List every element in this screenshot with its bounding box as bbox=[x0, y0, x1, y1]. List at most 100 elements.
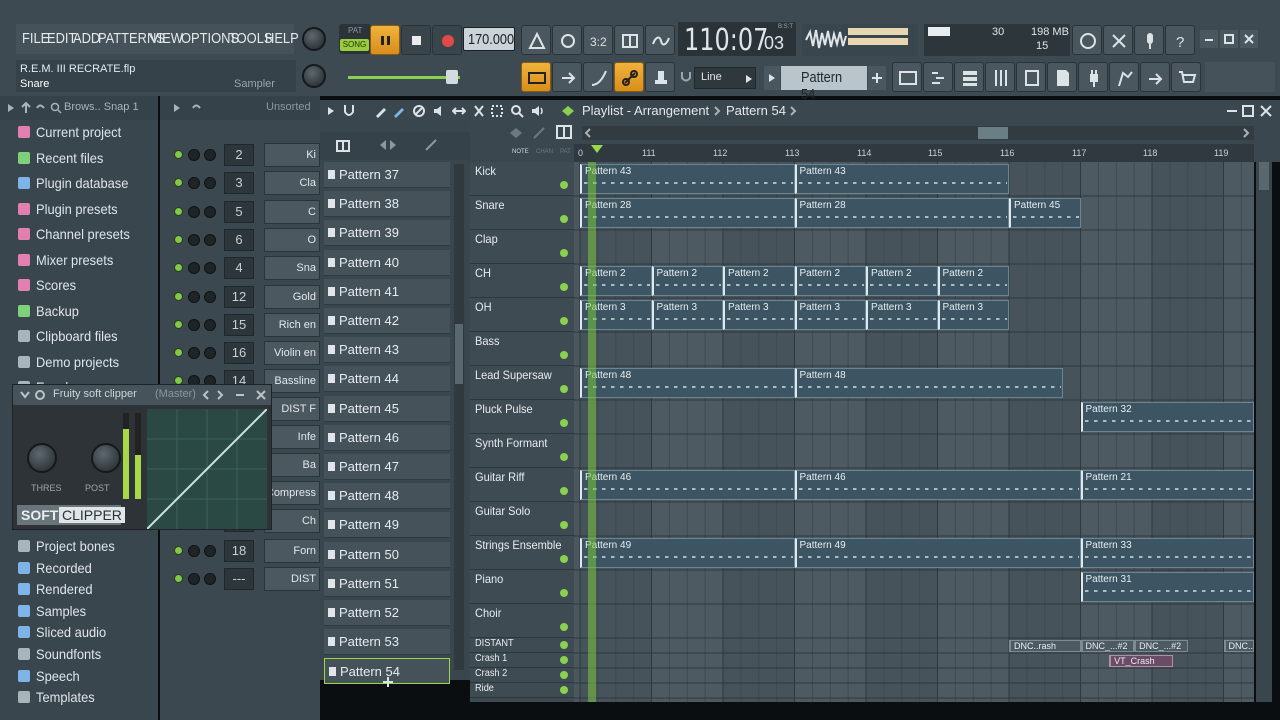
gear-icon[interactable] bbox=[33, 388, 47, 402]
channel-volume-knob[interactable] bbox=[204, 573, 216, 585]
track-header[interactable]: Pluck Pulse bbox=[470, 400, 574, 434]
channel-volume-knob[interactable] bbox=[204, 291, 216, 303]
stop-button[interactable] bbox=[401, 25, 431, 55]
pattern-item[interactable]: Pattern 44 bbox=[324, 366, 450, 393]
track-mute-led[interactable] bbox=[560, 419, 568, 427]
channel-name-button[interactable]: Infe bbox=[264, 425, 320, 449]
piano-roll-window-button[interactable] bbox=[923, 62, 953, 92]
channel-mixer-track[interactable]: 16 bbox=[224, 342, 254, 364]
browser-item[interactable]: Channel presets bbox=[18, 224, 138, 244]
browser-item[interactable]: Mixer presets bbox=[18, 250, 120, 270]
mute-icon[interactable] bbox=[432, 104, 446, 118]
browser-item[interactable]: Backup bbox=[18, 301, 83, 321]
channel-row[interactable]: 3 Cla bbox=[160, 170, 320, 198]
channel-pan-knob[interactable] bbox=[188, 347, 200, 359]
track-mute-led[interactable] bbox=[560, 453, 568, 461]
channel-name-button[interactable]: Sna bbox=[264, 256, 320, 280]
pattern-item[interactable]: Pattern 52 bbox=[324, 600, 450, 626]
countdown-button[interactable]: 3:2 bbox=[583, 25, 613, 55]
overview-scroll-thumb[interactable] bbox=[978, 127, 1008, 139]
channel-row[interactable]: 2 Ki bbox=[160, 142, 320, 170]
channel-mixer-track[interactable]: 18 bbox=[224, 540, 254, 562]
track-header[interactable]: Strings Ensemble bbox=[470, 536, 574, 570]
channel-mute-led[interactable] bbox=[174, 263, 183, 272]
channel-mixer-track[interactable]: 12 bbox=[224, 286, 254, 308]
arrow-down-icon[interactable] bbox=[19, 389, 31, 401]
channel-volume-knob[interactable] bbox=[204, 545, 216, 557]
channel-pan-knob[interactable] bbox=[188, 291, 200, 303]
channel-mute-led[interactable] bbox=[174, 320, 183, 329]
pattern-item[interactable]: Pattern 40 bbox=[324, 249, 450, 276]
channel-pan-knob[interactable] bbox=[188, 319, 200, 331]
channel-mute-led[interactable] bbox=[174, 178, 183, 187]
playlist-clip[interactable]: Pattern 33 bbox=[1080, 538, 1254, 568]
channel-mixer-track[interactable]: 6 bbox=[224, 229, 254, 251]
pattern-item[interactable]: Pattern 47 bbox=[324, 454, 450, 480]
channel-pan-knob[interactable] bbox=[188, 177, 200, 189]
browser-item[interactable]: Scores bbox=[18, 275, 80, 295]
browser-item[interactable]: Templates bbox=[18, 687, 100, 707]
online-button[interactable] bbox=[1072, 25, 1102, 55]
track-mute-led[interactable] bbox=[560, 623, 568, 631]
playlist-clip[interactable]: Pattern 3 bbox=[723, 300, 795, 330]
minimize-icon[interactable] bbox=[1226, 106, 1238, 116]
track-header[interactable]: Crash 1 bbox=[470, 653, 574, 668]
close-app-button[interactable] bbox=[1240, 30, 1258, 48]
playlist-clip[interactable]: Pattern 43 bbox=[580, 164, 795, 194]
undo-icon[interactable] bbox=[190, 102, 202, 114]
browser-window-button[interactable] bbox=[1047, 62, 1077, 92]
pattern-item[interactable]: Pattern 49 bbox=[324, 512, 450, 539]
plugin-picker-button[interactable] bbox=[1078, 62, 1108, 92]
channel-mute-led[interactable] bbox=[174, 574, 183, 583]
channel-name-button[interactable]: DIST bbox=[264, 567, 320, 591]
slip-icon[interactable] bbox=[452, 104, 466, 118]
channel-row[interactable]: --- DIST bbox=[160, 566, 320, 594]
channel-name-button[interactable]: Forn bbox=[264, 539, 320, 563]
pattern-selector[interactable]: Pattern 54 bbox=[781, 66, 867, 103]
playlist-clip[interactable]: Pattern 3 bbox=[794, 300, 866, 330]
automation-icon[interactable] bbox=[424, 138, 438, 152]
chevron-right-icon[interactable] bbox=[215, 390, 225, 400]
track-header[interactable]: Choir bbox=[470, 604, 574, 638]
pattern-item[interactable]: Pattern 37 bbox=[324, 162, 450, 188]
channel-name-button[interactable]: Violin en bbox=[264, 341, 320, 365]
channel-volume-knob[interactable] bbox=[204, 262, 216, 274]
help-button[interactable]: ? bbox=[1165, 25, 1195, 55]
playlist-clip[interactable]: Pattern 46 bbox=[794, 470, 1081, 500]
channel-volume-knob[interactable] bbox=[204, 347, 216, 359]
track-mute-led[interactable] bbox=[560, 487, 568, 495]
channel-row[interactable]: 16 Violin en bbox=[160, 340, 320, 368]
tools-button[interactable] bbox=[1103, 25, 1133, 55]
close-icon[interactable] bbox=[1260, 105, 1272, 117]
channel-pan-knob[interactable] bbox=[188, 149, 200, 161]
undo-icon[interactable] bbox=[34, 102, 46, 114]
playlist-clip[interactable]: DNC..rash bbox=[1009, 640, 1081, 652]
playlist-clip[interactable]: Pattern 2 bbox=[866, 266, 938, 296]
channel-volume-knob[interactable] bbox=[204, 319, 216, 331]
track-mute-led[interactable] bbox=[560, 283, 568, 291]
pencil-icon[interactable] bbox=[374, 104, 388, 118]
channel-settings-button[interactable] bbox=[1016, 62, 1046, 92]
menu-help[interactable]: HELP bbox=[265, 30, 299, 47]
browser-item[interactable]: Rendered bbox=[18, 579, 98, 599]
mic-button[interactable] bbox=[1134, 25, 1164, 55]
playlist-clip[interactable]: Pattern 48 bbox=[794, 368, 1063, 398]
chevron-right-icon[interactable] bbox=[1242, 128, 1250, 138]
track-header[interactable]: Crash 2 bbox=[470, 668, 574, 683]
track-mute-led[interactable] bbox=[560, 385, 568, 393]
magnet-icon[interactable] bbox=[342, 103, 356, 119]
zoom-icon[interactable] bbox=[510, 104, 524, 118]
automation-icon[interactable] bbox=[532, 126, 546, 140]
track-header[interactable]: Piano bbox=[470, 570, 574, 604]
pat-song-switch[interactable]: PAT SONG bbox=[339, 24, 371, 54]
channel-row[interactable]: 5C bbox=[160, 199, 320, 227]
playlist-clip[interactable]: Pattern 32 bbox=[1080, 402, 1254, 432]
playlist-scroll-thumb[interactable] bbox=[1259, 162, 1269, 190]
track-header[interactable]: Clap bbox=[470, 230, 574, 264]
channel-volume-knob[interactable] bbox=[204, 177, 216, 189]
channel-name-button[interactable]: Gold bbox=[264, 285, 320, 309]
channel-name-button[interactable]: Compress bbox=[264, 481, 320, 505]
track-header[interactable]: Kick bbox=[470, 162, 574, 196]
channel-pan-knob[interactable] bbox=[188, 234, 200, 246]
triangle-right-icon[interactable] bbox=[6, 103, 16, 113]
